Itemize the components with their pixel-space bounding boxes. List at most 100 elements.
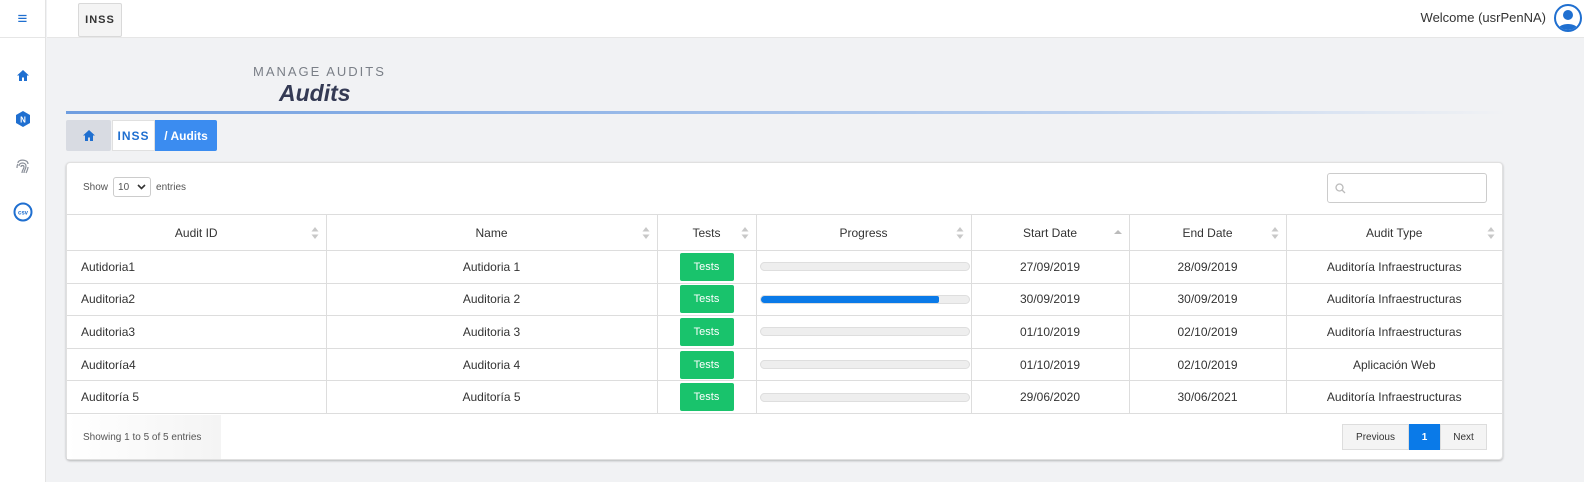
search-input[interactable] bbox=[1350, 181, 1486, 195]
audit-id-cell: Auditoría4 bbox=[67, 348, 327, 382]
table-row: Auditoría 5 Auditoría 5 Tests 29/06/2020 30/… bbox=[67, 380, 1502, 414]
sort-icon bbox=[741, 227, 748, 239]
audit-name-cell: Auditoria 2 bbox=[326, 283, 658, 317]
progress-bar bbox=[759, 262, 970, 272]
sort-ascending-icon bbox=[1113, 230, 1122, 234]
column-header-label: Name bbox=[475, 225, 508, 240]
csv-icon-label: csv bbox=[18, 211, 29, 217]
sort-icon bbox=[642, 227, 649, 239]
page-title: Audits bbox=[279, 80, 351, 106]
end-date-cell: 30/06/2021 bbox=[1129, 380, 1287, 414]
table-row: Autidoria1 Autidoria 1 Tests 27/09/2019 28/0… bbox=[67, 250, 1502, 284]
entries-select[interactable]: 10 bbox=[113, 177, 152, 197]
entries-length-control: Show 10 entries bbox=[83, 177, 186, 197]
audit-type-cell: Auditoría Infraestructuras bbox=[1286, 315, 1502, 349]
table-info: Showing 1 to 5 of 5 entries bbox=[67, 415, 221, 459]
sort-icon bbox=[956, 227, 963, 239]
top-bar: INSS Welcome (usrPenNA) bbox=[47, 0, 1584, 38]
audit-name-cell: Auditoría 5 bbox=[326, 380, 658, 414]
progress-bar bbox=[759, 392, 970, 402]
tests-cell: Tests bbox=[657, 348, 757, 382]
user-avatar-icon[interactable] bbox=[1554, 4, 1582, 32]
audit-type-cell: Auditoría Infraestructuras bbox=[1286, 380, 1502, 414]
tests-cell: Tests bbox=[657, 315, 757, 349]
column-header[interactable]: Start Date bbox=[971, 214, 1130, 251]
audits-table: Audit ID Name Tests Progress Start Date End D… bbox=[67, 214, 1502, 414]
fingerprint-icon bbox=[16, 159, 29, 174]
table-row: Auditoría4 Auditoria 4 Tests 01/10/2019 02/1… bbox=[67, 348, 1502, 382]
sort-icon bbox=[1271, 227, 1278, 239]
sidebar-item-home[interactable] bbox=[0, 63, 46, 87]
tests-cell: Tests bbox=[657, 283, 757, 317]
tests-button[interactable]: Tests bbox=[679, 285, 734, 314]
tests-button[interactable]: Tests bbox=[679, 383, 734, 412]
column-header[interactable]: Audit ID bbox=[67, 214, 327, 251]
progress-cell bbox=[756, 250, 972, 284]
end-date-cell: 30/09/2019 bbox=[1129, 283, 1287, 317]
page-subtitle: MANAGE AUDITS bbox=[253, 64, 386, 79]
sidebar-item-fingerprint[interactable] bbox=[0, 154, 46, 178]
tests-button[interactable]: Tests bbox=[679, 252, 734, 281]
end-date-cell: 02/10/2019 bbox=[1129, 348, 1287, 382]
column-header[interactable]: Name bbox=[326, 214, 658, 251]
column-header-label: Audit Type bbox=[1366, 225, 1423, 240]
column-header[interactable]: End Date bbox=[1129, 214, 1287, 251]
breadcrumb-home[interactable] bbox=[66, 120, 111, 151]
audit-type-cell: Auditoría Infraestructuras bbox=[1286, 250, 1502, 284]
n-badge-icon: N bbox=[16, 111, 30, 127]
audit-type-cell: Aplicación Web bbox=[1286, 348, 1502, 382]
column-header[interactable]: Progress bbox=[756, 214, 972, 251]
sidebar-item-csv[interactable]: csv bbox=[0, 200, 46, 224]
progress-cell bbox=[756, 283, 972, 317]
progress-bar bbox=[759, 327, 970, 337]
start-date-cell: 30/09/2019 bbox=[971, 283, 1130, 317]
audit-id-cell: Autidoria1 bbox=[67, 250, 327, 284]
audit-name-cell: Autidoria 1 bbox=[326, 250, 658, 284]
tests-button[interactable]: Tests bbox=[679, 350, 734, 379]
audit-type-cell: Auditoría Infraestructuras bbox=[1286, 283, 1502, 317]
column-header-label: End Date bbox=[1182, 225, 1233, 240]
pagination: Previous 1 Next bbox=[1342, 424, 1487, 450]
column-header[interactable]: Audit Type bbox=[1286, 214, 1502, 251]
progress-cell bbox=[756, 380, 972, 414]
column-header-label: Tests bbox=[692, 225, 721, 240]
table-row: Auditoria3 Auditoria 3 Tests 01/10/2019 02/1… bbox=[67, 315, 1502, 349]
tests-cell: Tests bbox=[657, 250, 757, 284]
page-1-button[interactable]: 1 bbox=[1409, 424, 1440, 450]
header-divider bbox=[66, 111, 1506, 114]
previous-button[interactable]: Previous bbox=[1342, 424, 1409, 450]
brand-button[interactable]: INSS bbox=[78, 3, 122, 37]
search-field[interactable] bbox=[1327, 173, 1487, 203]
column-header-label: Progress bbox=[839, 225, 888, 240]
audit-id-cell: Auditoria3 bbox=[67, 315, 327, 349]
chevron-down-icon bbox=[137, 184, 146, 190]
audits-card: Show 10 entries Audit ID Name Tests Progres… bbox=[66, 162, 1503, 460]
progress-bar bbox=[759, 360, 970, 370]
column-header-label: Start Date bbox=[1022, 225, 1078, 240]
svg-text:N: N bbox=[20, 116, 26, 125]
end-date-cell: 02/10/2019 bbox=[1129, 315, 1287, 349]
audit-name-cell: Auditoria 3 bbox=[326, 315, 658, 349]
audit-name-cell: Auditoria 4 bbox=[326, 348, 658, 382]
progress-cell bbox=[756, 348, 972, 382]
tests-button[interactable]: Tests bbox=[679, 317, 734, 346]
sidebar-item-n[interactable]: N bbox=[0, 107, 46, 131]
start-date-cell: 01/10/2019 bbox=[971, 348, 1130, 382]
breadcrumb-inss[interactable]: INSS bbox=[112, 120, 155, 151]
table-header-row: Audit ID Name Tests Progress Start Date End D… bbox=[67, 214, 1502, 251]
end-date-cell: 28/09/2019 bbox=[1129, 250, 1287, 284]
breadcrumb-audits: / Audits bbox=[155, 120, 217, 151]
table-body: Autidoria1 Autidoria 1 Tests 27/09/2019 28/0… bbox=[67, 250, 1502, 414]
start-date-cell: 29/06/2020 bbox=[971, 380, 1130, 414]
welcome-text: Welcome (usrPenNA) bbox=[1420, 10, 1546, 25]
menu-toggle-icon[interactable]: ≡ bbox=[0, 0, 45, 38]
tests-cell: Tests bbox=[657, 380, 757, 414]
next-button[interactable]: Next bbox=[1440, 424, 1487, 450]
search-icon bbox=[1335, 182, 1346, 193]
csv-icon: csv bbox=[13, 202, 33, 222]
table-row: Auditoria2 Auditoria 2 Tests 30/09/2019 30/0… bbox=[67, 283, 1502, 317]
column-header[interactable]: Tests bbox=[657, 214, 757, 251]
sidebar: ≡ N csv bbox=[0, 0, 46, 482]
start-date-cell: 01/10/2019 bbox=[971, 315, 1130, 349]
sort-icon bbox=[311, 227, 318, 239]
